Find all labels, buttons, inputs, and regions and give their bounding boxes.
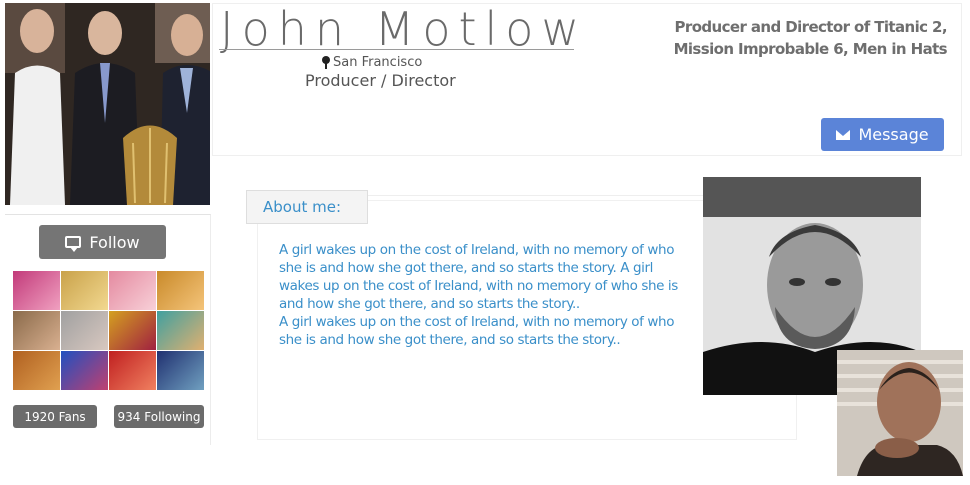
name-divider <box>219 49 574 50</box>
about-text: A girl wakes up on the cost of Ireland, … <box>279 241 679 349</box>
fan-photo-grid <box>13 271 204 390</box>
cover-photo <box>5 3 210 205</box>
fan-thumbnail[interactable] <box>157 311 204 350</box>
map-pin-icon <box>322 55 330 70</box>
fan-thumbnail[interactable] <box>157 351 204 390</box>
profile-name: John Motlow <box>220 2 588 56</box>
fan-thumbnail[interactable] <box>157 271 204 310</box>
fan-thumbnail[interactable] <box>109 311 156 350</box>
about-heading: About me: <box>246 190 368 224</box>
following-count-button[interactable]: 934 Following <box>114 405 204 428</box>
fan-thumbnail[interactable] <box>61 271 108 310</box>
fan-thumbnail[interactable] <box>13 311 60 350</box>
fan-thumbnail[interactable] <box>61 311 108 350</box>
fans-count: 1920 Fans <box>24 409 86 424</box>
fan-thumbnail[interactable] <box>109 271 156 310</box>
fan-thumbnail[interactable] <box>109 351 156 390</box>
message-label: Message <box>858 125 929 144</box>
profile-credits: Producer and Director of Titanic 2, Miss… <box>673 18 948 58</box>
location: San Francisco <box>322 55 422 70</box>
fan-thumbnail[interactable] <box>13 271 60 310</box>
follow-label: Follow <box>89 232 140 252</box>
location-text: San Francisco <box>333 55 423 70</box>
follow-button[interactable]: Follow <box>39 225 166 259</box>
about-paragraph: A girl wakes up on the cost of Ireland, … <box>279 314 675 348</box>
fans-count-button[interactable]: 1920 Fans <box>13 405 97 428</box>
secondary-photo <box>837 350 963 476</box>
profile-role: Producer / Director <box>305 71 456 90</box>
fan-thumbnail[interactable] <box>13 351 60 390</box>
following-count: 934 Following <box>117 409 201 424</box>
about-divider <box>368 195 703 196</box>
speech-bubble-icon <box>65 236 82 252</box>
fan-thumbnail[interactable] <box>61 351 108 390</box>
message-button[interactable]: Message <box>821 118 944 151</box>
envelope-icon <box>836 129 851 140</box>
about-paragraph: A girl wakes up on the cost of Ireland, … <box>279 242 678 312</box>
